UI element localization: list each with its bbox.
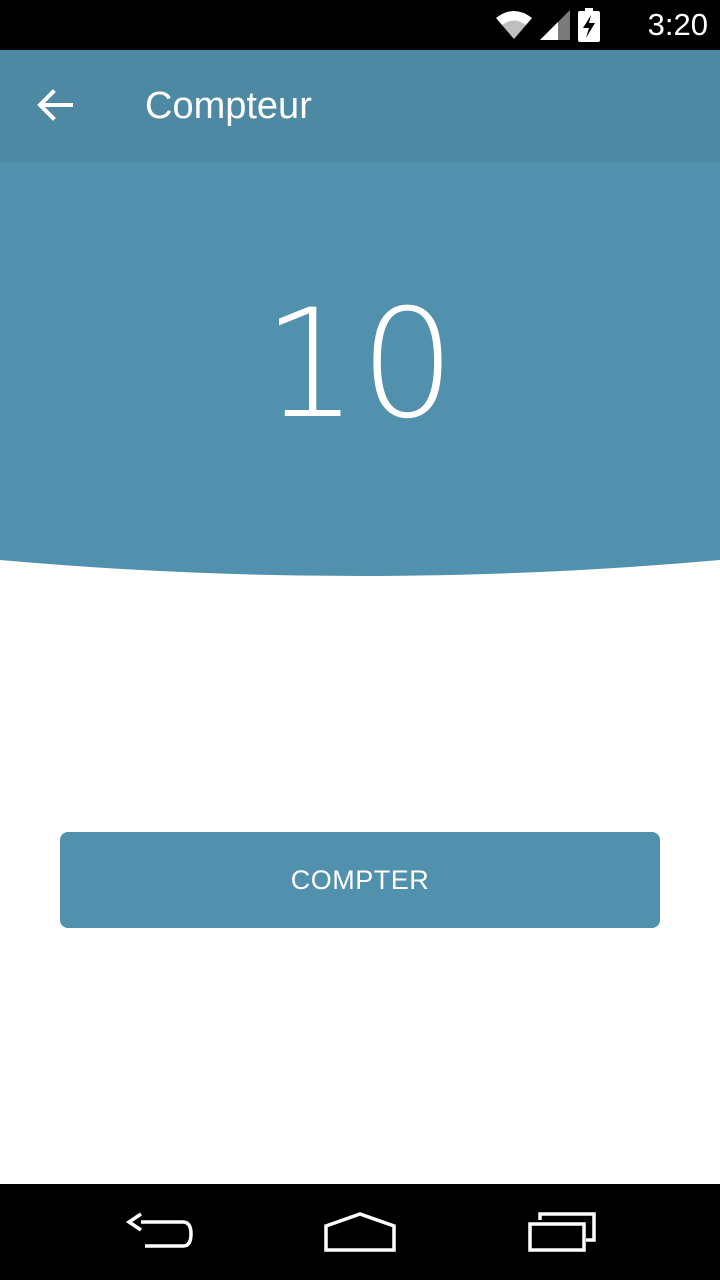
screen: 3:20 Compteur 10 COMPTER <box>0 0 720 1280</box>
back-nav-icon <box>125 1212 193 1248</box>
nav-recents-button[interactable] <box>512 1202 612 1262</box>
status-icons <box>496 8 600 42</box>
counter-value: 10 <box>262 278 458 452</box>
back-button[interactable] <box>22 72 88 138</box>
wifi-icon <box>496 11 532 39</box>
status-bar: 3:20 <box>0 0 720 50</box>
nav-home-button[interactable] <box>310 1202 410 1262</box>
recents-nav-icon <box>528 1212 596 1252</box>
battery-charging-icon <box>578 8 600 42</box>
counter-header: 10 <box>0 162 720 582</box>
cell-signal-icon <box>540 10 570 40</box>
nav-back-button[interactable] <box>110 1202 210 1262</box>
nav-bar <box>0 1184 720 1280</box>
app-bar: Compteur <box>0 50 720 162</box>
count-button[interactable]: COMPTER <box>60 832 660 928</box>
home-nav-icon <box>324 1212 396 1252</box>
status-time: 3:20 <box>647 7 708 42</box>
arrow-back-icon <box>37 89 73 121</box>
page-title: Compteur <box>145 85 312 127</box>
